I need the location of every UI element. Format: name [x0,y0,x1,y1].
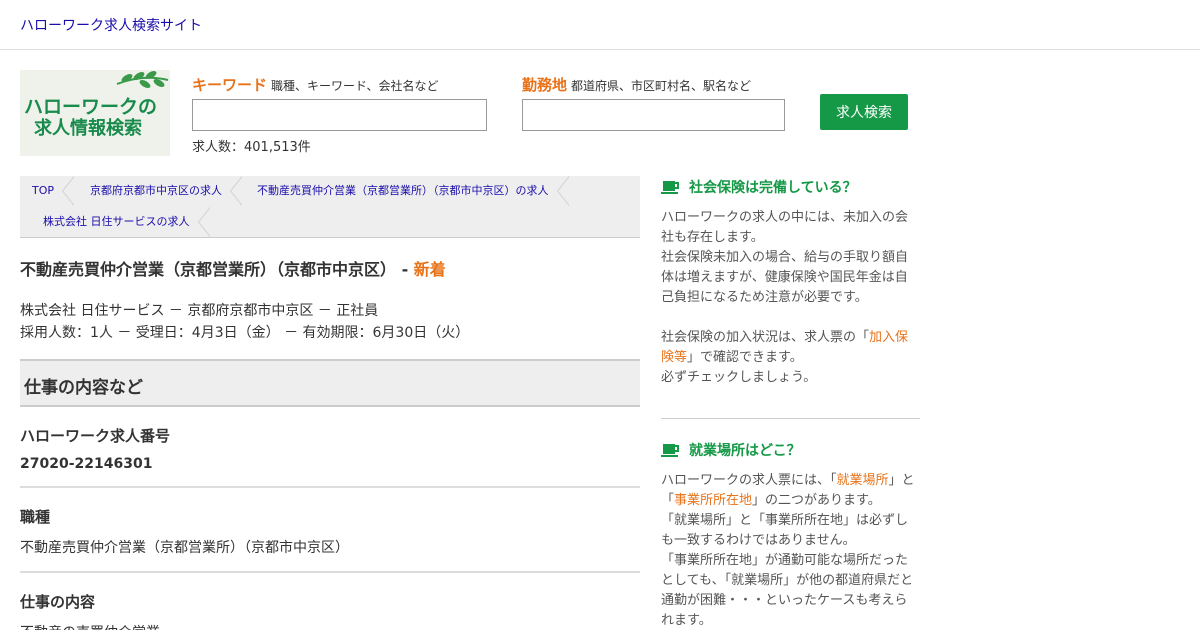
section-heading: 仕事の内容など [20,359,640,407]
sidebar-text: ハローワークの求人の中には、未加入の会社も存在します。社会保険未加入の場合、給与… [661,208,920,388]
breadcrumb-area[interactable]: 京都府京都市中京区の求人 [78,176,242,206]
detail-value: 不動産の売買仲介営業 [20,622,640,630]
sidebar-text-line: 必ずチェックしましょう。 [661,370,817,385]
sidebar-text-line: ハローワークの求人の中には、未加入の会社も存在します。 [661,210,909,245]
breadcrumb-top[interactable]: TOP [20,176,75,206]
workplace-link[interactable]: 就業場所 [837,473,889,488]
sidebar-box-insurance: 社会保険は完備している？ ハローワークの求人の中には、未加入の会社も存在します。… [661,178,920,388]
detail-key: ハローワーク求人番号 [20,427,171,445]
search-area: ハローワークの 求人情報検索 キーワード 職種、キーワード、会社名など 勤務地 都道… [0,50,1200,175]
job-count: 求人数：401,513件 [192,140,311,155]
detail-item-job-number: ハローワーク求人番号 27020-22146301 [20,407,640,488]
sidebar-text-line: ハローワークの求人票には、「 [661,473,837,488]
site-logo[interactable]: ハローワークの 求人情報検索 [20,70,170,156]
sidebar-text-line: 」の二つがあります。 [752,493,881,508]
detail-item-job-content: 仕事の内容 不動産の売買仲介営業 [20,573,640,630]
new-badge: 新着 [413,260,446,279]
sidebar-heading: 就業場所はどこ？ [661,441,920,459]
cup-icon [661,444,679,457]
leaf-icon [116,71,169,88]
detail-key: 職種 [20,508,51,526]
job-meta-line2: 採用人数：1人 － 受理日：4月3日（金） － 有効期限：6月30日（火） [20,325,470,341]
office-address-link[interactable]: 事業所所在地 [674,493,752,508]
job-title-text: 不動産売買仲介営業（京都営業所）（京都市中京区） [20,260,397,279]
sidebar-text: ハローワークの求人票には、「就業場所」と「事業所所在地」の二つがあります。 「就業… [661,471,920,630]
sidebar-heading: 社会保険は完備している？ [661,178,920,196]
location-input[interactable] [522,99,785,131]
detail-value: 不動産売買仲介営業（京都営業所）（京都市中京区） [20,540,349,556]
job-meta: 株式会社 日住サービス － 京都府京都市中京区 － 正社員 採用人数：1人 － … [20,300,640,344]
breadcrumb-company[interactable]: 株式会社 日住サービスの求人 [31,207,210,237]
sidebar-heading-text: 社会保険は完備している？ [689,180,857,196]
location-field-group: 勤務地 都道府県、市区町村名、駅名など [522,74,785,131]
detail-key: 仕事の内容 [20,593,96,611]
detail-value: 27020-22146301 [20,456,153,472]
page-title: 不動産売買仲介営業（京都営業所）（京都市中京区） - 新着 [20,256,640,280]
detail-item-occupation: 職種 不動産売買仲介営業（京都営業所）（京都市中京区） [20,488,640,573]
sidebar-text-line: 社会保険未加入の場合、給与の手取り額自体は増えますが、健康保険や国民年金は自己負… [661,250,909,305]
keyword-hint: 職種、キーワード、会社名など [271,79,439,93]
job-meta-line1: 株式会社 日住サービス － 京都府京都市中京区 － 正社員 [20,303,379,319]
sidebar-text-line: 」で確認できます。 [687,350,803,365]
location-label: 勤務地 [522,76,568,94]
main-content: TOP 京都府京都市中京区の求人 不動産売買仲介営業（京都営業所）（京都市中京区… [20,176,640,630]
sidebar-text-line: 社会保険の加入状況は、求人票の「 [661,330,870,345]
sidebar-text-line: 「就業場所」と「事業所所在地」は必ずしも一致するわけではありません。 [661,513,909,548]
site-header: ハローワーク求人検索サイト [0,0,1200,50]
location-hint: 都道府県、市区町村名、駅名など [571,79,752,93]
sidebar-text-line: 「事業所所在地」が通勤可能な場所だったとしても、「就業場所」が他の都道府県だと通… [661,553,914,628]
search-button[interactable]: 求人検索 [820,94,908,130]
sidebar: 社会保険は完備している？ ハローワークの求人の中には、未加入の会社も存在します。… [661,178,920,630]
breadcrumb: TOP 京都府京都市中京区の求人 不動産売買仲介営業（京都営業所）（京都市中京区… [20,176,640,238]
sidebar-box-workplace: 就業場所はどこ？ ハローワークの求人票には、「就業場所」と「事業所所在地」の二つ… [661,441,920,630]
title-separator: - [396,260,414,279]
keyword-label: キーワード [192,76,268,94]
cup-icon [661,181,679,194]
breadcrumb-job[interactable]: 不動産売買仲介営業（京都営業所）（京都市中京区）の求人 [245,176,569,206]
keyword-field-group: キーワード 職種、キーワード、会社名など [192,74,487,131]
sidebar-heading-text: 就業場所はどこ？ [689,443,801,459]
keyword-input[interactable] [192,99,487,131]
site-title-link[interactable]: ハローワーク求人検索サイト [20,18,202,34]
logo-line2: 求人情報検索 [34,118,142,139]
sidebar-divider [661,418,920,419]
